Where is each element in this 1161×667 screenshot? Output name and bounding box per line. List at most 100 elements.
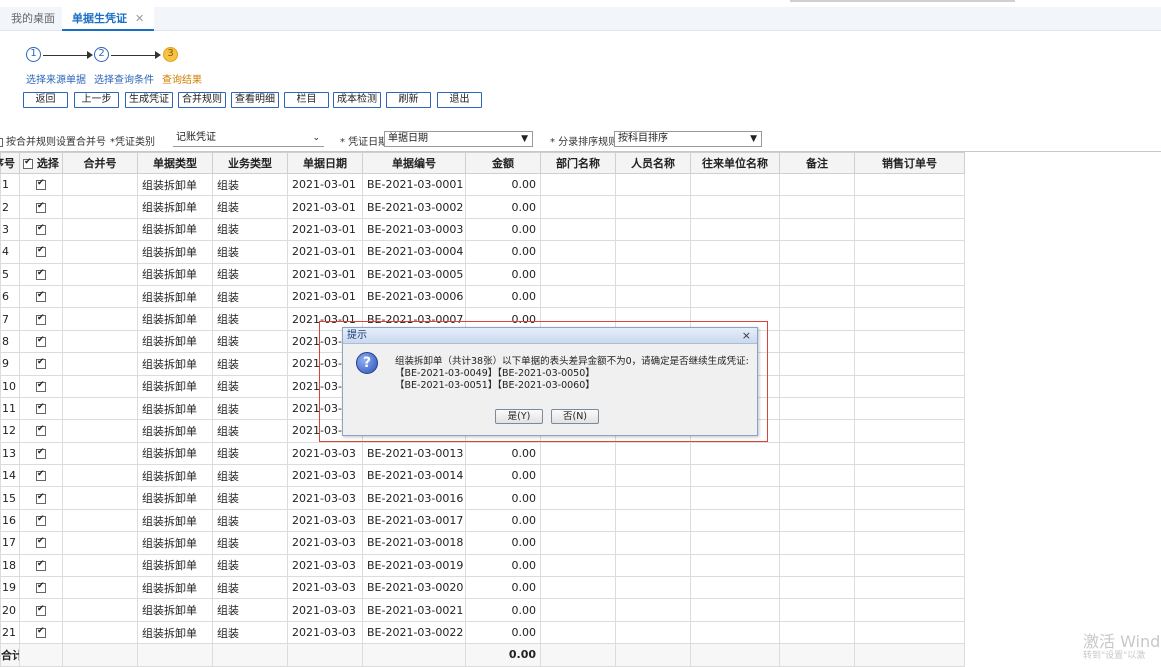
- table-row[interactable]: 13 组装拆卸单组装2021-03-03BE-2021-03-00130.00: [0, 441, 965, 466]
- table-row[interactable]: 2 组装拆卸单组装2021-03-01BE-2021-03-00020.00: [0, 195, 965, 219]
- row-doc-type: 组装拆卸单: [137, 374, 213, 398]
- generate-voucher-button[interactable]: 生成凭证: [125, 92, 173, 108]
- refresh-button[interactable]: 刷新: [386, 92, 431, 108]
- row-doc-code: BE-2021-03-0019: [362, 553, 466, 578]
- row-checkbox[interactable]: [36, 201, 46, 213]
- table-row[interactable]: 5 组装拆卸单组装2021-03-01BE-2021-03-00050.00: [0, 262, 965, 286]
- tab-voucher-generation[interactable]: 单据生凭证 ✕: [62, 7, 155, 31]
- table-row[interactable]: 6 组装拆卸单组装2021-03-01BE-2021-03-00060.00: [0, 284, 965, 309]
- exit-button[interactable]: 退出: [437, 92, 482, 108]
- row-checkbox[interactable]: [36, 402, 46, 415]
- table-row[interactable]: 1 组装拆卸单组装2021-03-01BE-2021-03-00010.00: [0, 172, 965, 197]
- close-icon[interactable]: ×: [742, 328, 751, 344]
- merge-checkbox[interactable]: [0, 137, 3, 147]
- row-checkbox[interactable]: [36, 559, 46, 571]
- row-amount: 0.00: [465, 172, 541, 197]
- voucher-date-select[interactable]: 单据日期 ▼: [384, 131, 533, 147]
- row-select[interactable]: [19, 240, 63, 264]
- dialog-message-line: 组装拆卸单（共计38张）以下单据的表头差异金额不为0，请确定是否继续生成凭证:: [395, 356, 749, 367]
- row-select[interactable]: [19, 441, 63, 466]
- row-checkbox[interactable]: [36, 604, 46, 616]
- voucher-type-select[interactable]: 记账凭证 ⌄: [173, 131, 324, 147]
- row-select[interactable]: [19, 531, 63, 555]
- col-header-partner[interactable]: 往来单位名称: [690, 152, 780, 174]
- row-select[interactable]: [19, 352, 63, 376]
- col-header-amount[interactable]: 金额: [465, 152, 541, 174]
- col-header-sales-order[interactable]: 销售订单号: [854, 152, 965, 174]
- select-all-checkbox[interactable]: [23, 157, 34, 169]
- table-row[interactable]: 14 组装拆卸单组装2021-03-03BE-2021-03-00140.00: [0, 464, 965, 488]
- row-select[interactable]: [19, 307, 63, 331]
- merge-by-rule-label[interactable]: 按合并规则设置合并号: [0, 133, 106, 148]
- row-checkbox[interactable]: [36, 492, 46, 504]
- row-checkbox[interactable]: [36, 626, 46, 638]
- col-header-doc-code[interactable]: 单据编号: [362, 152, 466, 174]
- col-header-select[interactable]: 选择: [19, 152, 63, 174]
- row-checkbox[interactable]: [36, 245, 46, 258]
- total-label: 合计: [0, 643, 20, 667]
- table-row[interactable]: 4 组装拆卸单组装2021-03-01BE-2021-03-00040.00: [0, 240, 965, 264]
- col-header-person[interactable]: 人员名称: [615, 152, 691, 174]
- row-select[interactable]: [19, 195, 63, 219]
- view-detail-button[interactable]: 查看明细: [231, 92, 279, 108]
- col-header-merge-no[interactable]: 合并号: [62, 152, 138, 174]
- row-select[interactable]: [19, 217, 63, 242]
- table-row[interactable]: 17 组装拆卸单组装2021-03-03BE-2021-03-00180.00: [0, 531, 965, 555]
- row-select[interactable]: [19, 284, 63, 309]
- row-select[interactable]: [19, 262, 63, 286]
- cost-check-button[interactable]: 成本检测: [333, 92, 381, 108]
- prev-step-button[interactable]: 上一步: [74, 92, 119, 108]
- row-checkbox[interactable]: [36, 357, 46, 370]
- row-checkbox[interactable]: [36, 223, 46, 235]
- row-select[interactable]: [19, 172, 63, 197]
- row-select[interactable]: [19, 396, 63, 421]
- row-select[interactable]: [19, 553, 63, 578]
- row-checkbox[interactable]: [36, 581, 46, 594]
- row-dept: [540, 576, 616, 600]
- table-row[interactable]: 16 组装拆卸单组装2021-03-03BE-2021-03-00170.00: [0, 508, 965, 533]
- row-checkbox[interactable]: [36, 424, 46, 437]
- col-header-biz-type[interactable]: 业务类型: [212, 152, 288, 174]
- tab-my-desktop[interactable]: 我的桌面: [11, 7, 55, 31]
- no-button[interactable]: 否(N): [551, 409, 599, 424]
- row-select[interactable]: [19, 374, 63, 398]
- close-icon[interactable]: ✕: [135, 12, 144, 25]
- row-checkbox[interactable]: [36, 447, 46, 459]
- row-checkbox[interactable]: [36, 380, 46, 392]
- row-checkbox[interactable]: [36, 335, 46, 347]
- col-header-remark[interactable]: 备注: [779, 152, 855, 174]
- table-row[interactable]: 15 组装拆卸单组装2021-03-03BE-2021-03-00160.00: [0, 486, 965, 510]
- back-button[interactable]: 返回: [23, 92, 68, 108]
- row-checkbox[interactable]: [36, 514, 46, 527]
- row-remark: [779, 620, 855, 645]
- row-select[interactable]: [19, 598, 63, 622]
- row-checkbox[interactable]: [36, 469, 46, 482]
- row-checkbox[interactable]: [36, 536, 46, 549]
- row-checkbox[interactable]: [36, 290, 46, 303]
- table-row[interactable]: 20 组装拆卸单组装2021-03-03BE-2021-03-00210.00: [0, 598, 965, 622]
- table-row[interactable]: 3 组装拆卸单组装2021-03-01BE-2021-03-00030.00: [0, 217, 965, 242]
- col-header-doc-date[interactable]: 单据日期: [287, 152, 363, 174]
- col-header-doc-type[interactable]: 单据类型: [137, 152, 213, 174]
- row-select[interactable]: [19, 329, 63, 354]
- yes-button[interactable]: 是(Y): [495, 409, 543, 424]
- row-merge-no: [62, 195, 138, 219]
- row-select[interactable]: [19, 620, 63, 645]
- row-select[interactable]: [19, 464, 63, 488]
- table-row[interactable]: 21 组装拆卸单组装2021-03-03BE-2021-03-00220.00: [0, 620, 965, 645]
- col-header-dept[interactable]: 部门名称: [540, 152, 616, 174]
- sort-rule-select[interactable]: 按科目排序 ▼: [614, 131, 762, 147]
- table-row[interactable]: 18 组装拆卸单组装2021-03-03BE-2021-03-00190.00: [0, 553, 965, 578]
- columns-button[interactable]: 栏目: [284, 92, 329, 108]
- row-select[interactable]: [19, 486, 63, 510]
- row-checkbox[interactable]: [36, 268, 46, 280]
- sort-rule-value: 按科目排序: [618, 133, 668, 144]
- row-select[interactable]: [19, 419, 63, 443]
- merge-rule-button[interactable]: 合并规则: [178, 92, 226, 108]
- table-row[interactable]: 19 组装拆卸单组装2021-03-03BE-2021-03-00200.00: [0, 576, 965, 600]
- row-merge-no: [62, 441, 138, 466]
- row-select[interactable]: [19, 576, 63, 600]
- row-select[interactable]: [19, 508, 63, 533]
- row-checkbox[interactable]: [36, 313, 46, 325]
- row-checkbox[interactable]: [36, 178, 46, 191]
